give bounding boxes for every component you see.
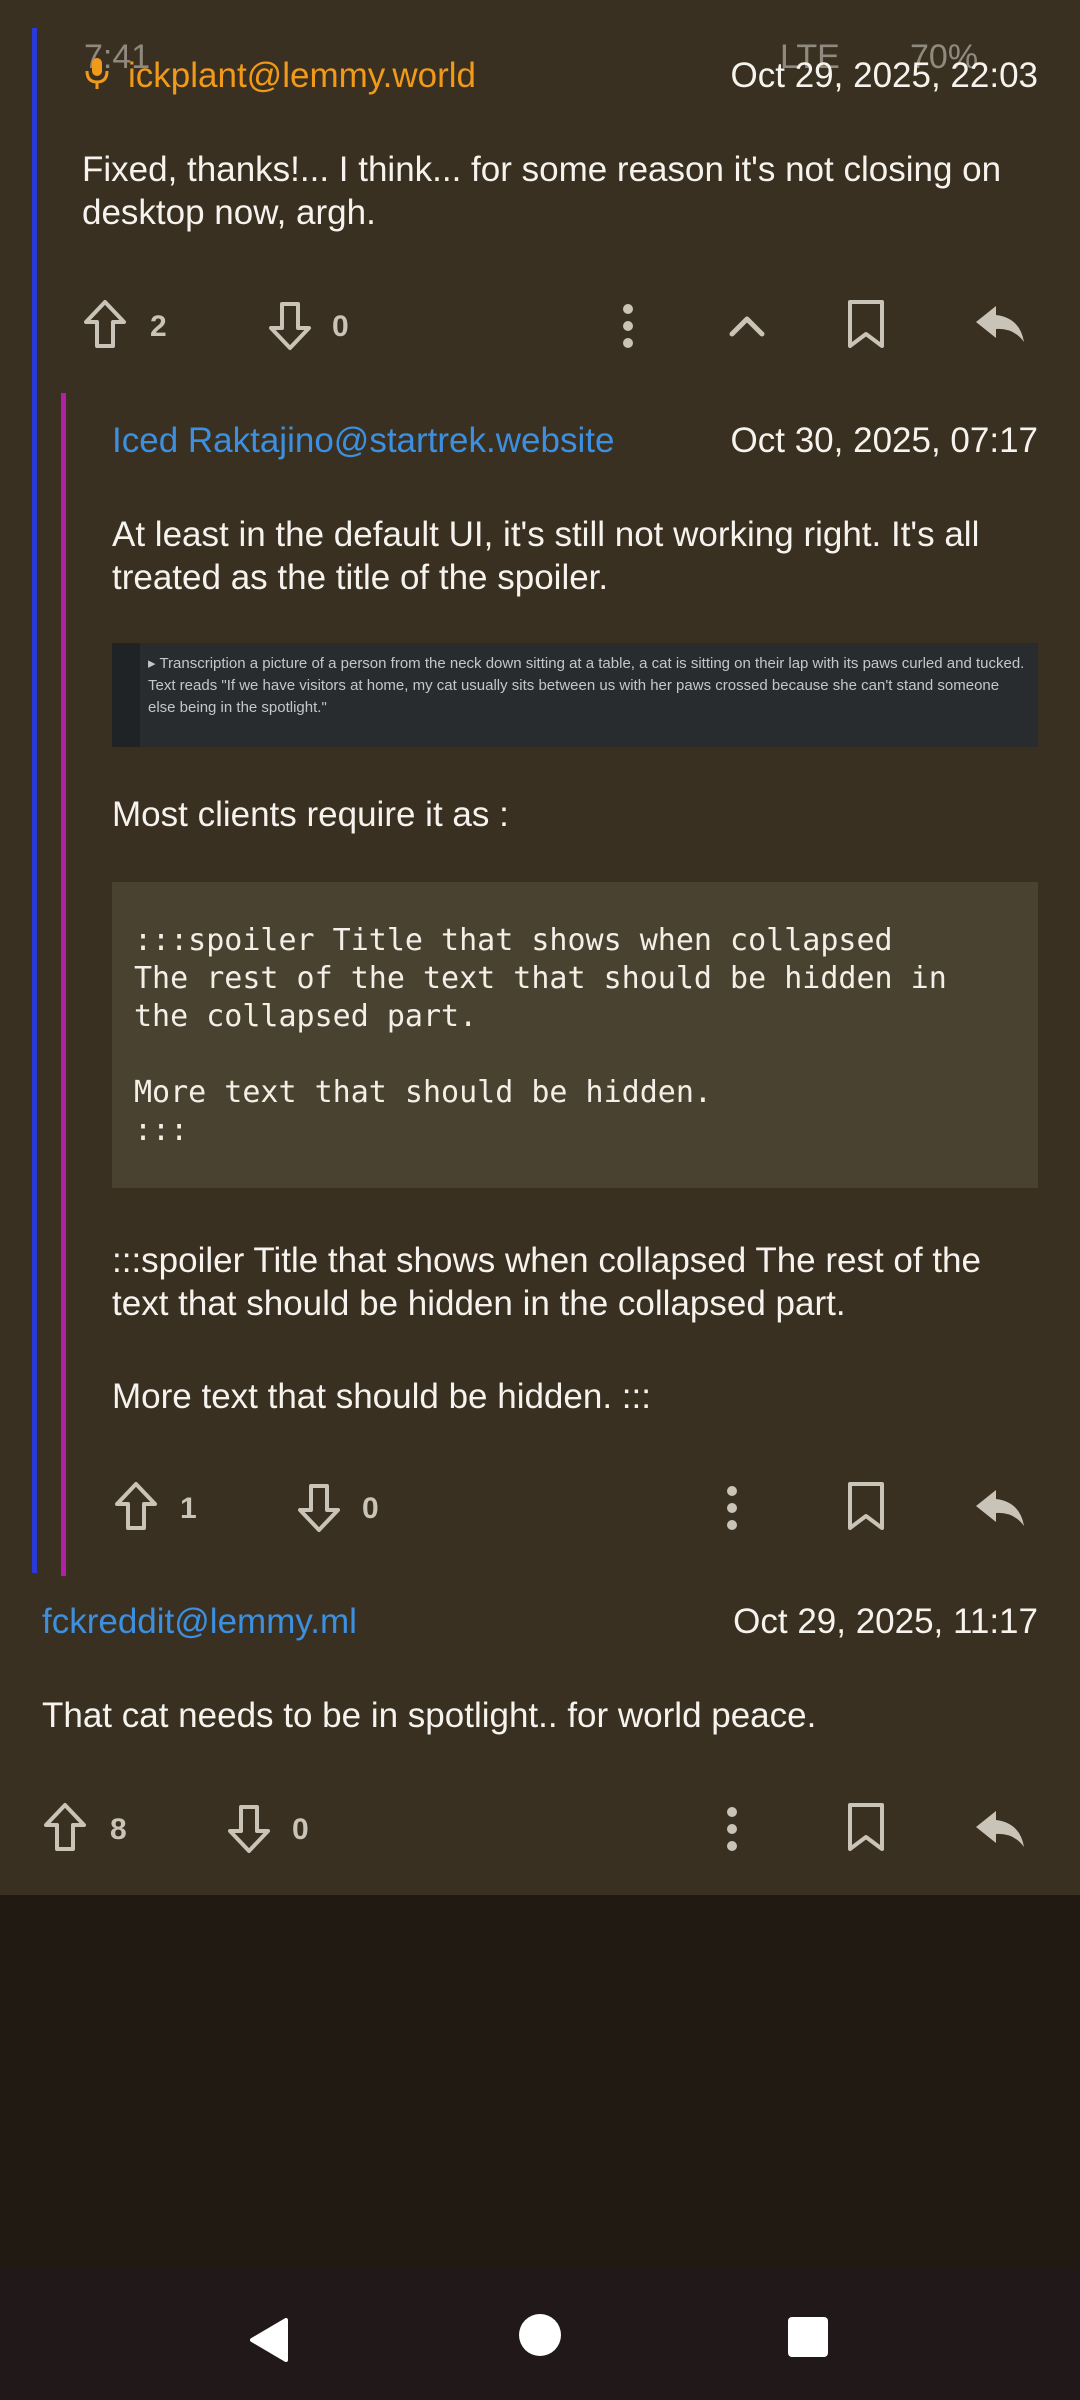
bookmark-icon[interactable] [846,1480,886,1532]
thread-line-level-2 [61,393,66,1576]
reply-icon[interactable] [972,1807,1028,1851]
upvote-icon[interactable] [82,298,128,350]
comment-body-mid: Most clients require it as : [112,795,509,834]
comment-timestamp: Oct 29, 2025, 11:17 [733,1602,1038,1641]
downvote-icon[interactable] [226,1803,272,1855]
upvote-count: 2 [150,310,167,343]
comment-body: That cat needs to be in spotlight.. for … [42,1696,817,1735]
more-icon[interactable] [614,302,642,350]
microphone-icon [84,56,110,90]
downvote-count: 0 [332,310,349,343]
upvote-icon[interactable] [113,1480,159,1532]
downvote-count: 0 [362,1492,379,1525]
downvote-count: 0 [292,1813,309,1846]
comment-timestamp: Oct 29, 2025, 22:03 [730,56,1038,95]
reply-icon[interactable] [972,302,1028,346]
upvote-count: 8 [110,1813,127,1846]
comment-author[interactable]: Iced Raktajino@startrek.website [112,421,614,461]
upvote-icon[interactable] [42,1801,88,1853]
home-icon[interactable] [518,2313,562,2357]
more-icon[interactable] [718,1484,746,1532]
reply-icon[interactable] [972,1486,1028,1530]
system-nav-bar [0,2270,1080,2400]
bookmark-icon[interactable] [846,298,886,350]
comment-body-intro: At least in the default UI, it's still n… [112,515,980,597]
comment-body-rendered: More text that should be hidden. ::: [112,1377,651,1416]
comment-author[interactable]: ickplant@lemmy.world [128,56,476,96]
more-icon[interactable] [718,1805,746,1853]
thread-line-level-1 [32,28,37,1573]
comment-body: Fixed, thanks!... I think... for some re… [82,150,1002,232]
embedded-image[interactable]: ▸ Transcription a picture of a person fr… [112,643,1038,747]
embedded-image-text: ▸ Transcription a picture of a person fr… [140,643,1038,747]
comment-author[interactable]: fckreddit@lemmy.ml [42,1602,357,1642]
downvote-icon[interactable] [296,1482,342,1534]
comment-timestamp: Oct 30, 2025, 07:17 [730,421,1038,460]
back-icon[interactable] [246,2316,292,2364]
bookmark-icon[interactable] [846,1801,886,1853]
comment-feed: 7:41 LTE 70% ickplant@lemmy.world Oct 29… [0,0,1080,1895]
collapse-icon[interactable] [726,308,768,342]
code-block: :::spoiler Title that shows when collaps… [112,882,1038,1188]
recents-icon[interactable] [787,2316,829,2358]
upvote-count: 1 [180,1492,197,1525]
downvote-icon[interactable] [267,300,313,352]
comment-body-rendered: :::spoiler Title that shows when collaps… [112,1241,981,1323]
